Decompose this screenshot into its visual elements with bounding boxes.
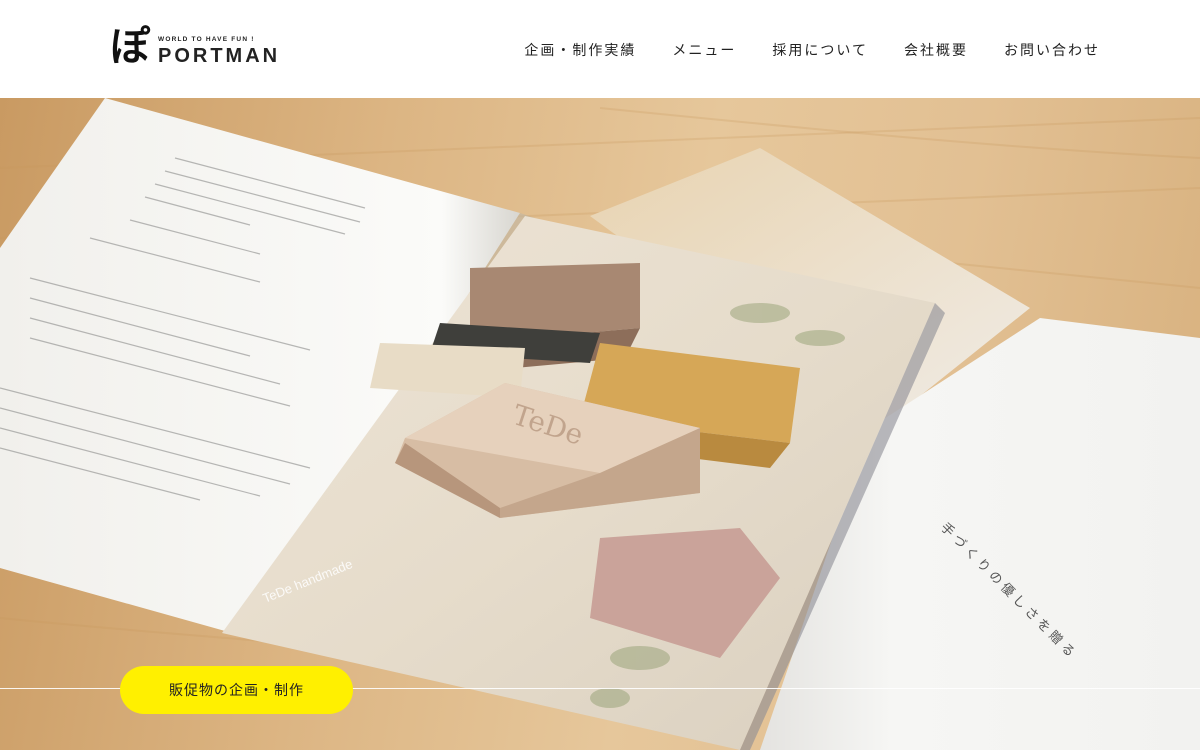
nav-works[interactable]: 企画・制作実績	[524, 41, 636, 61]
promo-production-label: 販促物の企画・制作	[169, 683, 304, 699]
hero-image: TeDe TeDe handmade 手づくりの優しさを贈る	[0, 98, 1200, 750]
promo-production-button[interactable]: 販促物の企画・制作	[120, 666, 353, 714]
logo-wordmark: PORTMAN	[158, 44, 281, 67]
nav-contact[interactable]: お問い合わせ	[1004, 41, 1100, 61]
logo-tagline: WORLD TO HAVE FUN !	[158, 35, 255, 43]
global-nav: 企画・制作実績 メニュー 採用について 会社概要 お問い合わせ	[524, 41, 1100, 61]
logo-text: WORLD TO HAVE FUN ! PORTMAN	[158, 28, 280, 67]
logo-mark: ぽ	[110, 24, 150, 70]
brochure-photo: TeDe TeDe handmade 手づくりの優しさを贈る	[0, 98, 1200, 750]
nav-company[interactable]: 会社概要	[904, 41, 968, 61]
portman-logo[interactable]: ぽ WORLD TO HAVE FUN ! PORTMAN	[110, 24, 280, 70]
nav-menu[interactable]: メニュー	[672, 41, 736, 61]
nav-recruit[interactable]: 採用について	[772, 41, 868, 61]
site-header: ぽ WORLD TO HAVE FUN ! PORTMAN 企画・制作実績 メニ…	[0, 0, 1200, 98]
